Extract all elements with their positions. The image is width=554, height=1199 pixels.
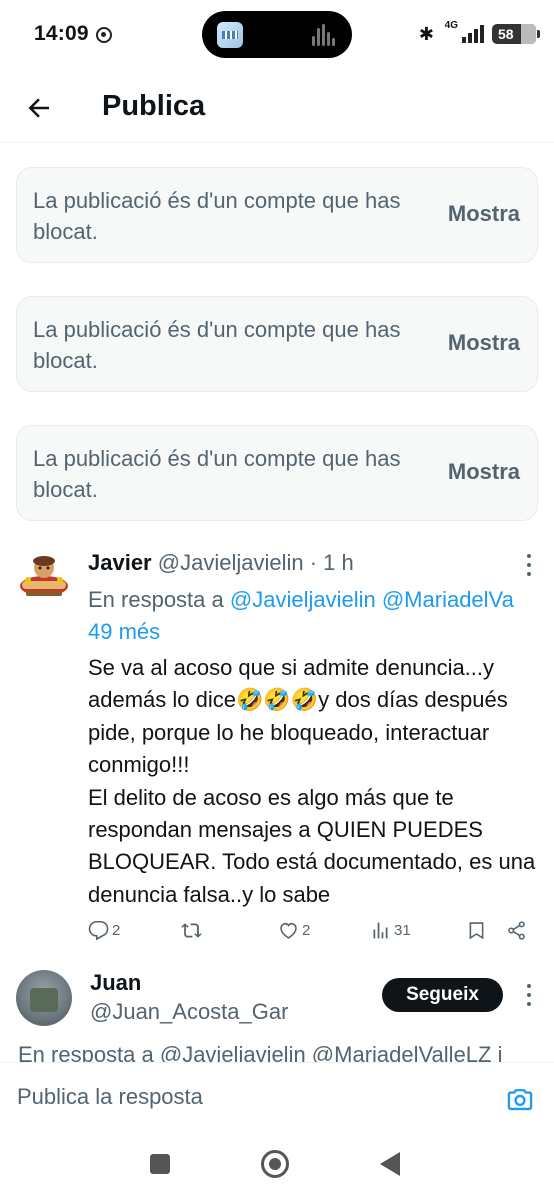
bluetooth-icon: ✱	[418, 24, 434, 44]
repost-button[interactable]	[181, 918, 205, 942]
post-text: Se va al acoso que si admite denuncia...…	[88, 655, 536, 907]
home-icon[interactable]	[261, 1150, 289, 1178]
post-time: · 1 h	[309, 550, 354, 575]
app-thumbnail-icon	[217, 22, 243, 48]
share-button[interactable]	[506, 918, 530, 942]
top-app-bar: Publica	[0, 75, 554, 143]
reply-post[interactable]: Javier @Javieljavielin · 1 h En resposta…	[0, 538, 554, 956]
post-header: Javier @Javieljavielin · 1 h	[88, 550, 354, 576]
back-icon[interactable]	[380, 1152, 400, 1176]
author-handle[interactable]: @Javieljavielin	[158, 550, 304, 575]
show-button[interactable]: Mostra	[448, 459, 520, 485]
more-icon[interactable]	[526, 554, 532, 576]
like-button[interactable]: 2	[278, 918, 310, 942]
repost-icon	[181, 922, 202, 938]
share-icon	[508, 920, 525, 940]
show-button[interactable]: Mostra	[448, 201, 520, 227]
more-mentions-link[interactable]: 49 més	[88, 616, 160, 648]
dynamic-island	[202, 11, 352, 58]
views-icon	[373, 922, 388, 938]
reply-post[interactable]: Juan @Juan_Acosta_Gar Segueix En respost…	[0, 958, 554, 1062]
audio-wave-icon	[312, 24, 338, 46]
blocked-post-card: La publicació és d'un compte que has blo…	[16, 296, 538, 392]
views-count: 31	[394, 921, 411, 939]
battery-level: 58	[498, 26, 514, 42]
bookmark-icon	[469, 921, 484, 939]
reply-input[interactable]: Publica la resposta	[17, 1084, 203, 1110]
back-arrow-icon[interactable]	[24, 93, 54, 123]
signal-icon	[462, 25, 486, 43]
reply-composer[interactable]: Publica la resposta	[0, 1062, 554, 1134]
like-icon	[280, 922, 297, 939]
bookmark-button[interactable]	[466, 918, 490, 942]
author-name[interactable]: Juan	[90, 970, 141, 996]
blocked-post-card: La publicació és d'un compte que has blo…	[16, 167, 538, 263]
author-handle[interactable]: @Juan_Acosta_Gar	[90, 999, 288, 1025]
follow-button[interactable]: Segueix	[382, 978, 503, 1012]
reply-prefix: En resposta a	[88, 587, 224, 612]
status-bar: 14:09 ✱ 4G 58	[0, 0, 554, 70]
show-button[interactable]: Mostra	[448, 330, 520, 356]
more-icon[interactable]	[526, 984, 532, 1006]
reply-count: 2	[112, 921, 121, 939]
status-time: 14:09	[34, 22, 89, 45]
mention-link[interactable]: @MariadelVa	[382, 587, 514, 612]
mention-link[interactable]: @Javieljavielin	[230, 587, 376, 612]
blocked-post-text: La publicació és d'un compte que has blo…	[33, 188, 401, 244]
hotspot-icon	[96, 27, 112, 43]
status-icons: ✱ 4G 58	[376, 20, 540, 46]
blocked-post-text: La publicació és d'un compte que has blo…	[33, 317, 401, 373]
system-navigation-bar	[0, 1134, 554, 1199]
battery-icon: 58	[492, 24, 540, 44]
reply-icon	[88, 920, 109, 940]
avatar[interactable]	[16, 548, 72, 604]
author-name[interactable]: Javier	[88, 550, 152, 575]
reply-button[interactable]: 2	[88, 918, 120, 942]
post-actions: 2 2 31	[88, 918, 538, 942]
views-button[interactable]: 31	[370, 918, 411, 942]
camera-icon[interactable]	[506, 1085, 534, 1113]
like-count: 2	[302, 921, 311, 939]
reply-context: En resposta a @Javieljavielin @MariadelV…	[18, 1042, 503, 1062]
page-title: Publica	[102, 90, 206, 122]
avatar[interactable]	[16, 970, 72, 1026]
blocked-post-card: La publicació és d'un compte que has blo…	[16, 425, 538, 521]
network-type: 4G	[444, 20, 458, 31]
recents-icon[interactable]	[150, 1154, 170, 1174]
blocked-post-text: La publicació és d'un compte que has blo…	[33, 446, 401, 502]
reply-context: En resposta a @Javieljavielin @MariadelV…	[88, 584, 554, 616]
